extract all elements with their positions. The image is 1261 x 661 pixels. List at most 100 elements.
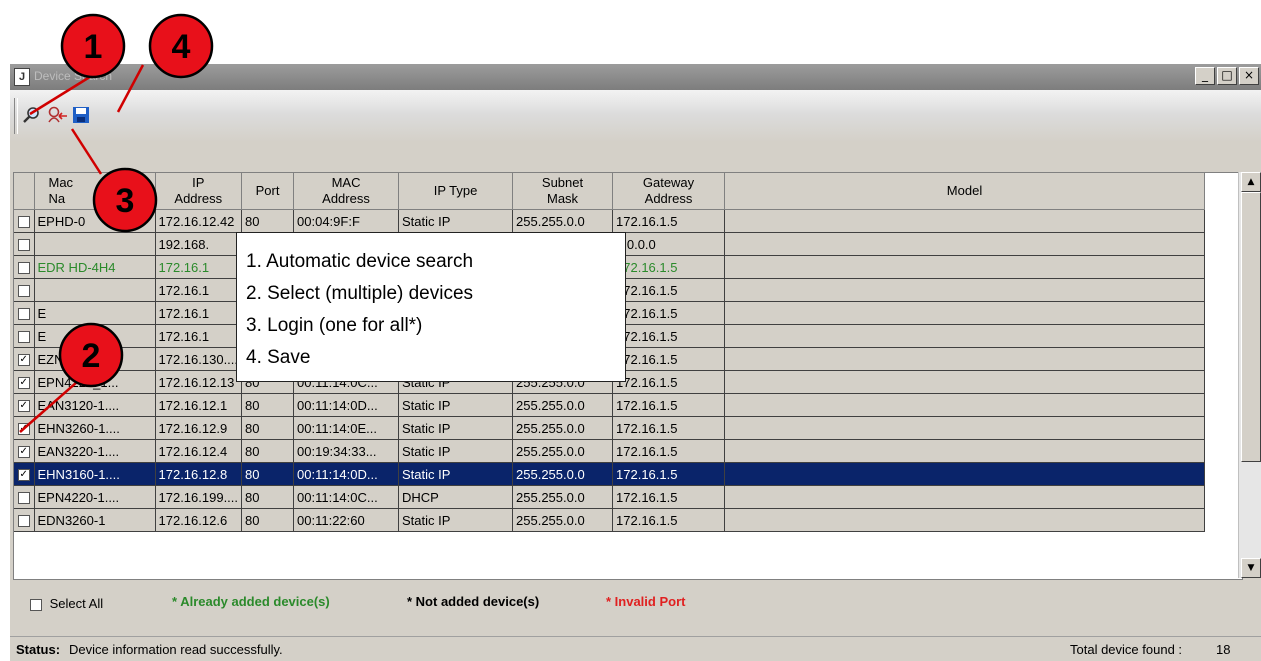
row-checkbox[interactable]: ✓ [17,469,30,482]
row-checkbox-cell[interactable]: ✓ [14,462,35,486]
col-check [14,173,35,210]
row-checkbox[interactable]: ✓ [17,423,30,436]
status-label: Status: [16,642,61,657]
cell-gateway: 0.0.0.0 [612,232,726,256]
cell-name: EHN3260-1.... [34,416,156,440]
row-checkbox-cell[interactable] [14,508,35,532]
row-checkbox[interactable] [17,515,30,528]
table-row[interactable]: EDN3260-1 172.16.12.6 80 00:11:22:60 Static … [14,508,1206,532]
vertical-scrollbar[interactable]: ▲ ▼ [1238,172,1261,578]
cell-ip: 172.16.12.13 [155,370,243,394]
col-ip-address[interactable]: IP Address [155,173,243,210]
cell-ip: 192.168. [155,232,243,256]
cell-name: E [34,324,156,348]
row-checkbox-cell[interactable]: ✓ [14,347,35,371]
row-checkbox-cell[interactable] [14,255,35,279]
table-row[interactable]: ✓ EAN3120-1.... 172.16.12.1 80 00:11:14:0D..… [14,393,1206,417]
row-checkbox-cell[interactable] [14,209,35,233]
scroll-down-icon[interactable]: ▼ [1241,558,1261,578]
row-checkbox-cell[interactable] [14,232,35,256]
col-port[interactable]: Port [241,173,295,210]
col-gateway-address[interactable]: Gateway Address [612,173,726,210]
cell-type: Static IP [398,209,514,233]
title-bar[interactable]: J Device Search _ □ × [10,64,1261,90]
cell-ip: 172.16.12.42 [155,209,243,233]
cell-gateway: 172.16.1.5 [612,416,726,440]
cell-name: EZN850-1.2.5 [34,347,156,371]
cell-mac: 00:04:9F:F [293,209,400,233]
select-all-checkbox[interactable]: Select All [30,596,103,611]
row-checkbox[interactable] [17,239,30,252]
cell-model [724,324,1206,348]
login-icon [48,106,67,123]
cell-port: 80 [241,393,295,417]
row-checkbox[interactable] [17,285,30,298]
cell-name: EHN3160-1.... [34,462,156,486]
login-button[interactable] [46,104,68,126]
cell-name [34,232,156,256]
cell-ip: 172.16.1 [155,324,243,348]
cell-ip: 172.16.12.9 [155,416,243,440]
cell-gateway: 172.16.1.5 [612,209,726,233]
window-controls: _ □ × [1195,67,1259,85]
cell-model [724,347,1206,371]
cell-port: 80 [241,462,295,486]
row-checkbox-cell[interactable] [14,485,35,509]
toolbar [10,90,1261,142]
row-checkbox[interactable] [17,262,30,275]
minimize-button[interactable]: _ [1195,67,1215,85]
cell-gateway: 172.16.1.5 [612,370,726,394]
row-checkbox-cell[interactable] [14,278,35,302]
search-button[interactable] [20,104,42,126]
row-checkbox-cell[interactable]: ✓ [14,439,35,463]
cell-subnet: 255.255.0.0 [512,393,614,417]
col-ip-type[interactable]: IP Type [398,173,514,210]
row-checkbox-cell[interactable]: ✓ [14,416,35,440]
row-checkbox[interactable] [17,308,30,321]
app-logo-icon: J [14,68,30,86]
callout-line-4: 4. Save [246,347,311,368]
table-row[interactable]: EPN4220-1.... 172.16.199.... 80 00:11:14:0C… [14,485,1206,509]
row-checkbox[interactable] [17,331,30,344]
cell-type: Static IP [398,393,514,417]
cell-ip: 172.16.12.1 [155,393,243,417]
row-checkbox[interactable] [17,216,30,229]
close-button[interactable]: × [1239,67,1259,85]
col-model[interactable]: Model [724,173,1206,210]
cell-mac: 00:19:34:33... [293,439,400,463]
col-mac-address[interactable]: MAC Address [293,173,400,210]
col-subnet-mask[interactable]: Subnet Mask [512,173,614,210]
row-checkbox[interactable]: ✓ [17,446,30,459]
table-row[interactable]: ✓ EAN3220-1.... 172.16.12.4 80 00:19:34:33..… [14,439,1206,463]
row-checkbox-cell[interactable]: ✓ [14,393,35,417]
cell-port: 80 [241,485,295,509]
cell-type: Static IP [398,416,514,440]
select-all-box[interactable] [30,598,42,611]
instructions-callout: 1. Automatic device search 2. Select (mu… [236,232,626,382]
row-checkbox-cell[interactable]: ✓ [14,370,35,394]
cell-type: Static IP [398,462,514,486]
scroll-thumb[interactable] [1241,192,1261,462]
cell-ip: 172.16.1 [155,255,243,279]
row-checkbox[interactable] [17,492,30,505]
scroll-up-icon[interactable]: ▲ [1241,172,1261,192]
row-checkbox[interactable]: ✓ [17,377,30,390]
save-button[interactable] [70,104,92,126]
row-checkbox-cell[interactable] [14,324,35,348]
table-row[interactable]: EPHD-0 172.16.12.42 80 00:04:9F:F Static IP 2… [14,209,1206,233]
device-table-container: Mac Na IP Address Port MAC Address IP Type … [13,172,1243,580]
cell-port: 80 [241,508,295,532]
cell-name: EPN4220-1.... [34,485,156,509]
col-machine-name[interactable]: Mac Na [34,173,156,210]
select-all-label: Select All [49,596,104,611]
row-checkbox-cell[interactable] [14,301,35,325]
cell-model [724,439,1206,463]
cell-name: EDR HD-4H4 [34,255,156,279]
table-row[interactable]: ✓ EHN3160-1.... 172.16.12.8 80 00:11:14:0D..… [14,462,1206,486]
cell-ip: 172.16.12.6 [155,508,243,532]
maximize-button[interactable]: □ [1217,67,1237,85]
row-checkbox[interactable]: ✓ [17,354,30,367]
cell-model [724,416,1206,440]
table-row[interactable]: ✓ EHN3260-1.... 172.16.12.9 80 00:11:14:0E..… [14,416,1206,440]
row-checkbox[interactable]: ✓ [17,400,30,413]
